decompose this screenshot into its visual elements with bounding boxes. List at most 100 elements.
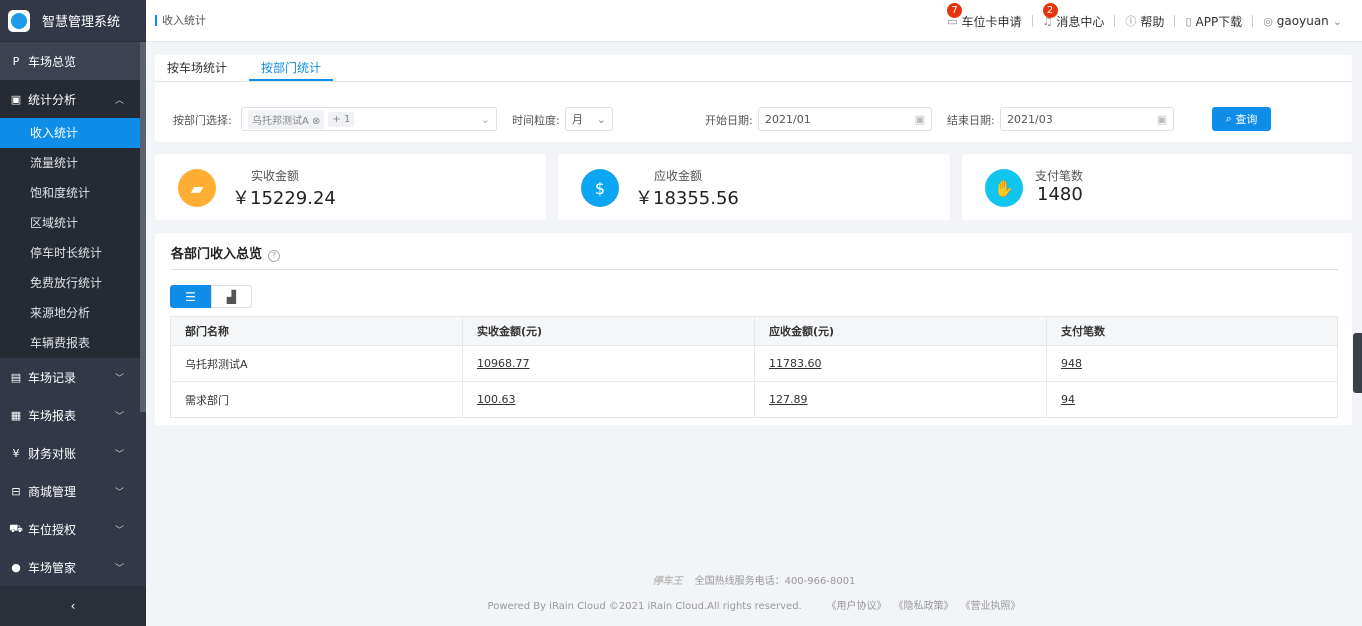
sidebar-item-shop[interactable]: ⊟ 商城管理 ﹀ — [0, 472, 146, 510]
received-amount-link[interactable]: 100.63 — [477, 393, 516, 406]
payment-count-link[interactable]: 94 — [1061, 393, 1075, 406]
help-link[interactable]: ⓘ 帮助 — [1125, 13, 1164, 30]
end-date-input[interactable]: 2021/03 ▣ — [1000, 107, 1174, 131]
hotline: 全国热线服务电话：400-966-8001 — [694, 576, 856, 587]
footer: 停车王 全国热线服务电话：400-966-8001 Powered By iRai… — [146, 572, 1362, 612]
logo-icon — [8, 9, 30, 32]
sidebar-item-label: 车场记录 — [28, 370, 77, 385]
department-income-table: 部门名称 实收金额(元) 应收金额(元) 支付笔数 乌托邦测试A 10968.7… — [170, 316, 1338, 418]
sidebar-item-label: 车位授权 — [28, 522, 77, 537]
sidebar-item-records[interactable]: ▤ 车场记录 ﹀ — [0, 358, 146, 396]
privacy-policy-link[interactable]: 《隐私政策》 — [898, 601, 953, 612]
sidebar-subitem-duration[interactable]: 停车时长统计 — [0, 238, 146, 268]
dept-more-tag: + 1 — [328, 111, 355, 127]
parking-card-apply-link[interactable]: 7 ▭ 车位卡申请 — [947, 2, 1022, 30]
sidebar-subitem-origin[interactable]: 来源地分析 — [0, 298, 146, 328]
parking-icon: P — [12, 54, 20, 68]
end-date-label: 结束日期: — [947, 114, 995, 127]
collapse-sidebar-button[interactable]: ‹ — [0, 586, 146, 626]
notification-badge: 2 — [1042, 2, 1058, 18]
chevron-down-icon: ﹀ — [114, 525, 124, 536]
chevron-down-icon: ﹀ — [114, 411, 124, 422]
query-button[interactable]: ⌕ 查询 — [1212, 107, 1271, 131]
sidebar-item-statistics[interactable]: ▣ 统计分析 ︿ — [0, 80, 146, 118]
chevron-down-icon: ⌄ — [1332, 14, 1342, 28]
footer-brand-logo: 停车王 — [652, 576, 683, 587]
sidebar-subitem-free-release[interactable]: 免费放行统计 — [0, 268, 146, 298]
money-bag-icon: $ — [581, 169, 619, 207]
sidebar-item-label: 统计分析 — [28, 92, 77, 107]
chevron-down-icon: ﹀ — [114, 449, 124, 460]
calendar-icon: ▣ — [1156, 112, 1167, 126]
sidebar-subitem-saturation[interactable]: 饱和度统计 — [0, 178, 146, 208]
dept-tag-label: 乌托邦测试A — [252, 115, 309, 127]
sidebar-item-label: 财务对账 — [28, 446, 77, 461]
payment-count-link[interactable]: 948 — [1061, 357, 1082, 370]
tab-by-department[interactable]: 按部门统计 — [249, 55, 334, 81]
section-title: 各部门收入总览 — [171, 247, 263, 262]
receivable-amount-link[interactable]: 11783.60 — [769, 357, 822, 370]
receivable-amount-link[interactable]: 127.89 — [769, 393, 808, 406]
sidebar-item-label: 商城管理 — [28, 484, 77, 499]
sidebar-scrollbar[interactable] — [140, 42, 146, 412]
calendar-icon: ▣ — [914, 112, 925, 126]
start-date-input[interactable]: 2021/01 ▣ — [758, 107, 932, 131]
chevron-down-icon: ﹀ — [114, 487, 124, 498]
sidebar-item-space-auth[interactable]: ⛟ 车位授权 ﹀ — [0, 510, 146, 548]
sidebar-subitem-vehicle-fee[interactable]: 车辆费报表 — [0, 328, 146, 358]
user-menu[interactable]: ◎ gaoyuan ⌄ — [1263, 14, 1342, 28]
app-logo: 智慧管理系统 — [0, 0, 146, 42]
copyright: Powered By iRain Cloud ©2021 iRain Cloud… — [487, 601, 802, 612]
sidebar-item-finance[interactable]: ¥ 财务对账 ﹀ — [0, 434, 146, 472]
department-select[interactable]: 乌托邦测试A ⊗ + 1 ⌄ — [241, 107, 497, 131]
business-license-link[interactable]: 《营业执照》 — [965, 601, 1020, 612]
stat-value: 1480 — [1037, 184, 1083, 205]
sidebar-item-butler[interactable]: ● 车场管家 ﹀ — [0, 548, 146, 586]
column-header: 部门名称 — [170, 316, 463, 346]
dept-name-cell: 需求部门 — [170, 381, 463, 418]
side-widget-handle[interactable] — [1353, 333, 1362, 393]
question-icon: ⓘ — [1125, 15, 1137, 28]
sidebar-subitem-area[interactable]: 区域统计 — [0, 208, 146, 238]
monitor-chart-icon: ▣ — [10, 92, 22, 106]
list-view-toggle[interactable]: ☰ — [170, 285, 211, 308]
received-amount-link[interactable]: 10968.77 — [477, 357, 530, 370]
sidebar-item-label: 车场报表 — [28, 408, 77, 423]
tab-by-parking-lot[interactable]: 按车场统计 — [155, 55, 239, 81]
column-header: 支付笔数 — [1046, 316, 1338, 346]
table-row: 乌托邦测试A 10968.77 11783.60 948 — [170, 345, 1338, 382]
stat-title: 实收金额 — [251, 169, 300, 183]
phone-icon: ▯ — [1185, 14, 1192, 28]
stat-value: ￥15229.24 — [232, 188, 336, 209]
chevron-down-icon: ﹀ — [114, 373, 124, 384]
dept-tag[interactable]: 乌托邦测试A ⊗ — [248, 109, 325, 129]
column-header: 实收金额(元) — [462, 316, 755, 346]
stat-card-received: ▰ 实收金额 ￥15229.24 — [155, 154, 546, 220]
chart-view-toggle[interactable]: ▟ — [211, 285, 252, 308]
link-label: 帮助 — [1140, 14, 1165, 29]
sidebar-item-overview[interactable]: P 车场总览 — [0, 42, 146, 80]
sidebar-item-label: 车场管家 — [28, 560, 77, 575]
sidebar-item-reports[interactable]: ▦ 车场报表 ﹀ — [0, 396, 146, 434]
help-icon[interactable]: ? — [268, 250, 281, 262]
report-icon: ▦ — [10, 408, 22, 422]
sidebar: 智慧管理系统 P 车场总览 ▣ 统计分析 ︿ 收入统计 流量统计 饱和度统计 区域统计… — [0, 0, 146, 626]
start-date-value: 2021/01 — [765, 112, 811, 126]
stat-value: ￥18355.56 — [635, 188, 739, 209]
sidebar-subitem-traffic[interactable]: 流量统计 — [0, 148, 146, 178]
stat-card-receivable: $ 应收金额 ￥18355.56 — [558, 154, 950, 220]
message-center-link[interactable]: 2 ♫ 消息中心 — [1042, 2, 1104, 30]
app-download-link[interactable]: ▯ APP下载 — [1185, 13, 1242, 30]
breadcrumb: 收入统计 — [155, 15, 206, 26]
sidebar-subitem-income[interactable]: 收入统计 — [0, 118, 146, 148]
granularity-value: 月 — [572, 113, 583, 126]
stat-title: 支付笔数 — [1035, 169, 1084, 183]
username: gaoyuan — [1276, 14, 1329, 28]
handshake-icon: ✋ — [985, 169, 1023, 207]
close-icon[interactable]: ⊗ — [312, 116, 320, 127]
user-agreement-link[interactable]: 《用户协议》 — [826, 601, 886, 612]
column-header: 应收金额(元) — [754, 316, 1047, 346]
chevron-down-icon: ⌄ — [596, 112, 606, 126]
table-row: 需求部门 100.63 127.89 94 — [170, 381, 1338, 418]
granularity-select[interactable]: 月 ⌄ — [565, 107, 613, 131]
